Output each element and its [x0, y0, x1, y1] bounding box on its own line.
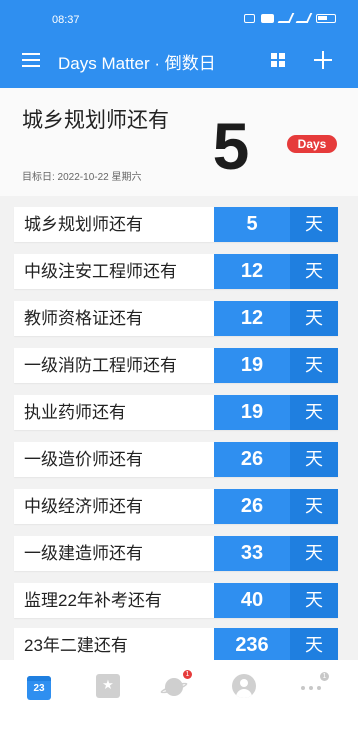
bottom-navigation: 23 ★ 1 1: [0, 660, 358, 730]
event-name: 23年二建还有: [24, 636, 128, 655]
event-row[interactable]: 23年二建还有 236 天: [14, 628, 338, 660]
event-unit: 天: [290, 536, 338, 571]
days-badge: Days: [287, 135, 337, 153]
card-star-icon[interactable]: ★: [96, 674, 120, 698]
planet-icon[interactable]: 1: [159, 670, 192, 698]
calendar-icon[interactable]: 23: [27, 676, 51, 700]
event-name: 中级注安工程师还有: [24, 262, 177, 281]
event-days: 12: [214, 301, 290, 336]
event-name: 一级建造师还有: [24, 544, 143, 563]
app-title: Days Matter · 倒数日: [58, 54, 216, 73]
planet-notification-badge: 1: [183, 670, 192, 679]
event-unit: 天: [290, 489, 338, 524]
hd-icon: [261, 13, 274, 23]
event-row[interactable]: 教师资格证还有 12 天: [14, 301, 338, 336]
nfc-icon: [244, 13, 255, 23]
event-days: 5: [214, 207, 290, 242]
featured-event-days: 5: [212, 109, 250, 183]
add-event-button[interactable]: [314, 51, 332, 69]
event-unit: 天: [290, 395, 338, 430]
featured-event-target-date: 目标日: 2022-10-22 星期六: [22, 172, 142, 183]
event-days: 19: [214, 348, 290, 383]
event-row[interactable]: 监理22年补考还有 40 天: [14, 583, 338, 618]
menu-icon[interactable]: [22, 53, 40, 67]
calendar-day-label: 23: [33, 683, 45, 694]
event-name: 中级经济师还有: [24, 497, 143, 516]
status-icons: [244, 13, 336, 23]
event-name: 一级造价师还有: [24, 450, 143, 469]
event-unit: 天: [290, 628, 338, 660]
status-time: 08:37: [52, 14, 80, 26]
more-icon[interactable]: 1: [298, 672, 329, 698]
featured-event-title: 城乡规划师还有: [22, 109, 169, 132]
avatar-icon[interactable]: [232, 674, 256, 698]
event-unit: 天: [290, 254, 338, 289]
event-row[interactable]: 一级建造师还有 33 天: [14, 536, 338, 571]
event-row[interactable]: 一级消防工程师还有 19 天: [14, 348, 338, 383]
event-unit: 天: [290, 583, 338, 618]
event-row[interactable]: 中级注安工程师还有 12 天: [14, 254, 338, 289]
event-unit: 天: [290, 301, 338, 336]
app-bar: 08:37 Days Matter · 倒数日: [0, 0, 358, 88]
more-notification-badge: 1: [320, 672, 329, 681]
event-name: 执业药师还有: [24, 403, 126, 422]
event-days: 19: [214, 395, 290, 430]
event-row[interactable]: 执业药师还有 19 天: [14, 395, 338, 430]
event-row[interactable]: 中级经济师还有 26 天: [14, 489, 338, 524]
event-name: 教师资格证还有: [24, 309, 143, 328]
event-name: 城乡规划师还有: [24, 215, 143, 234]
event-name: 监理22年补考还有: [24, 591, 162, 610]
event-row[interactable]: 一级造价师还有 26 天: [14, 442, 338, 477]
grid-view-icon[interactable]: [271, 53, 285, 67]
signal-icon: [277, 13, 295, 23]
event-row[interactable]: 城乡规划师还有 5 天: [14, 207, 338, 242]
event-days: 26: [214, 489, 290, 524]
signal-icon: [295, 13, 313, 23]
event-days: 12: [214, 254, 290, 289]
event-days: 40: [214, 583, 290, 618]
featured-event-card[interactable]: 城乡规划师还有 目标日: 2022-10-22 星期六 5 Days: [0, 88, 358, 196]
battery-icon: [316, 13, 336, 23]
event-list: 城乡规划师还有 5 天 中级注安工程师还有 12 天 教师资格证还有 12 天 …: [0, 196, 358, 660]
event-days: 236: [214, 628, 290, 660]
event-days: 33: [214, 536, 290, 571]
event-days: 26: [214, 442, 290, 477]
event-unit: 天: [290, 348, 338, 383]
event-unit: 天: [290, 442, 338, 477]
event-unit: 天: [290, 207, 338, 242]
event-name: 一级消防工程师还有: [24, 356, 177, 375]
